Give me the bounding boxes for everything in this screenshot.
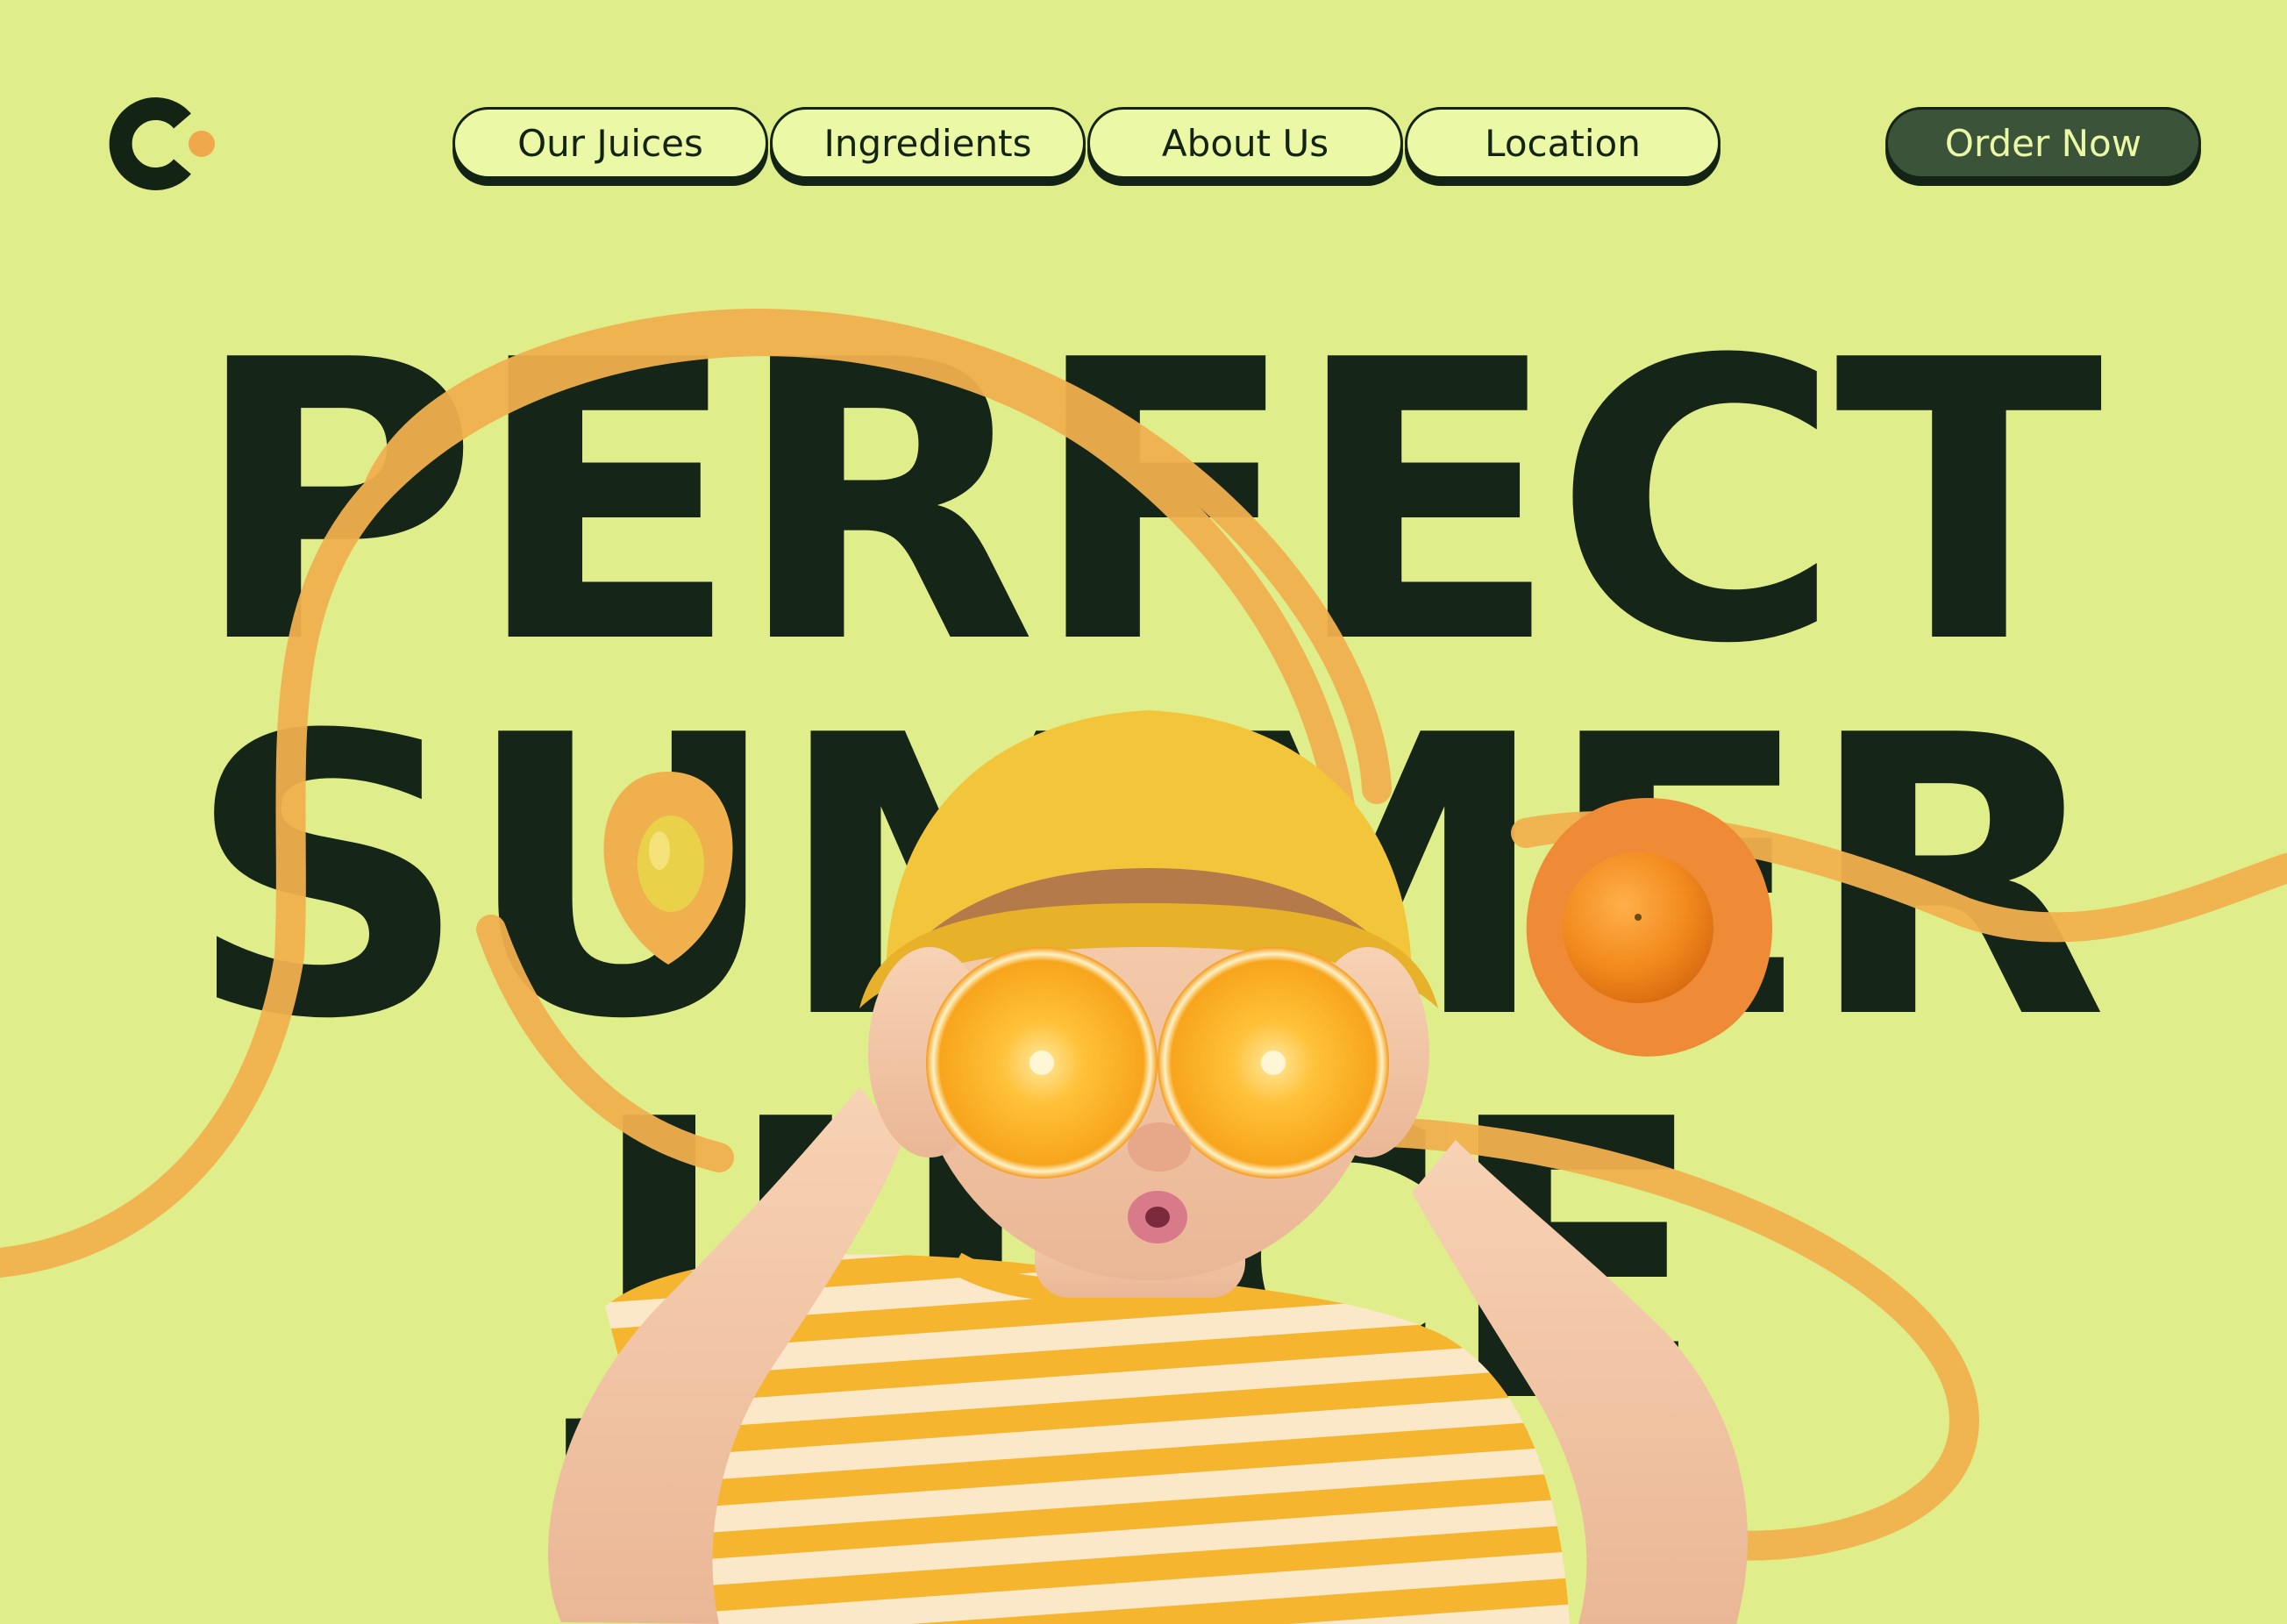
lemon-icon: [603, 772, 733, 965]
orange-icon: [1526, 798, 1772, 1057]
hero-illustration: [0, 309, 2287, 1624]
landing-page: Our Juices Ingredients About Us Location…: [0, 0, 2287, 1624]
